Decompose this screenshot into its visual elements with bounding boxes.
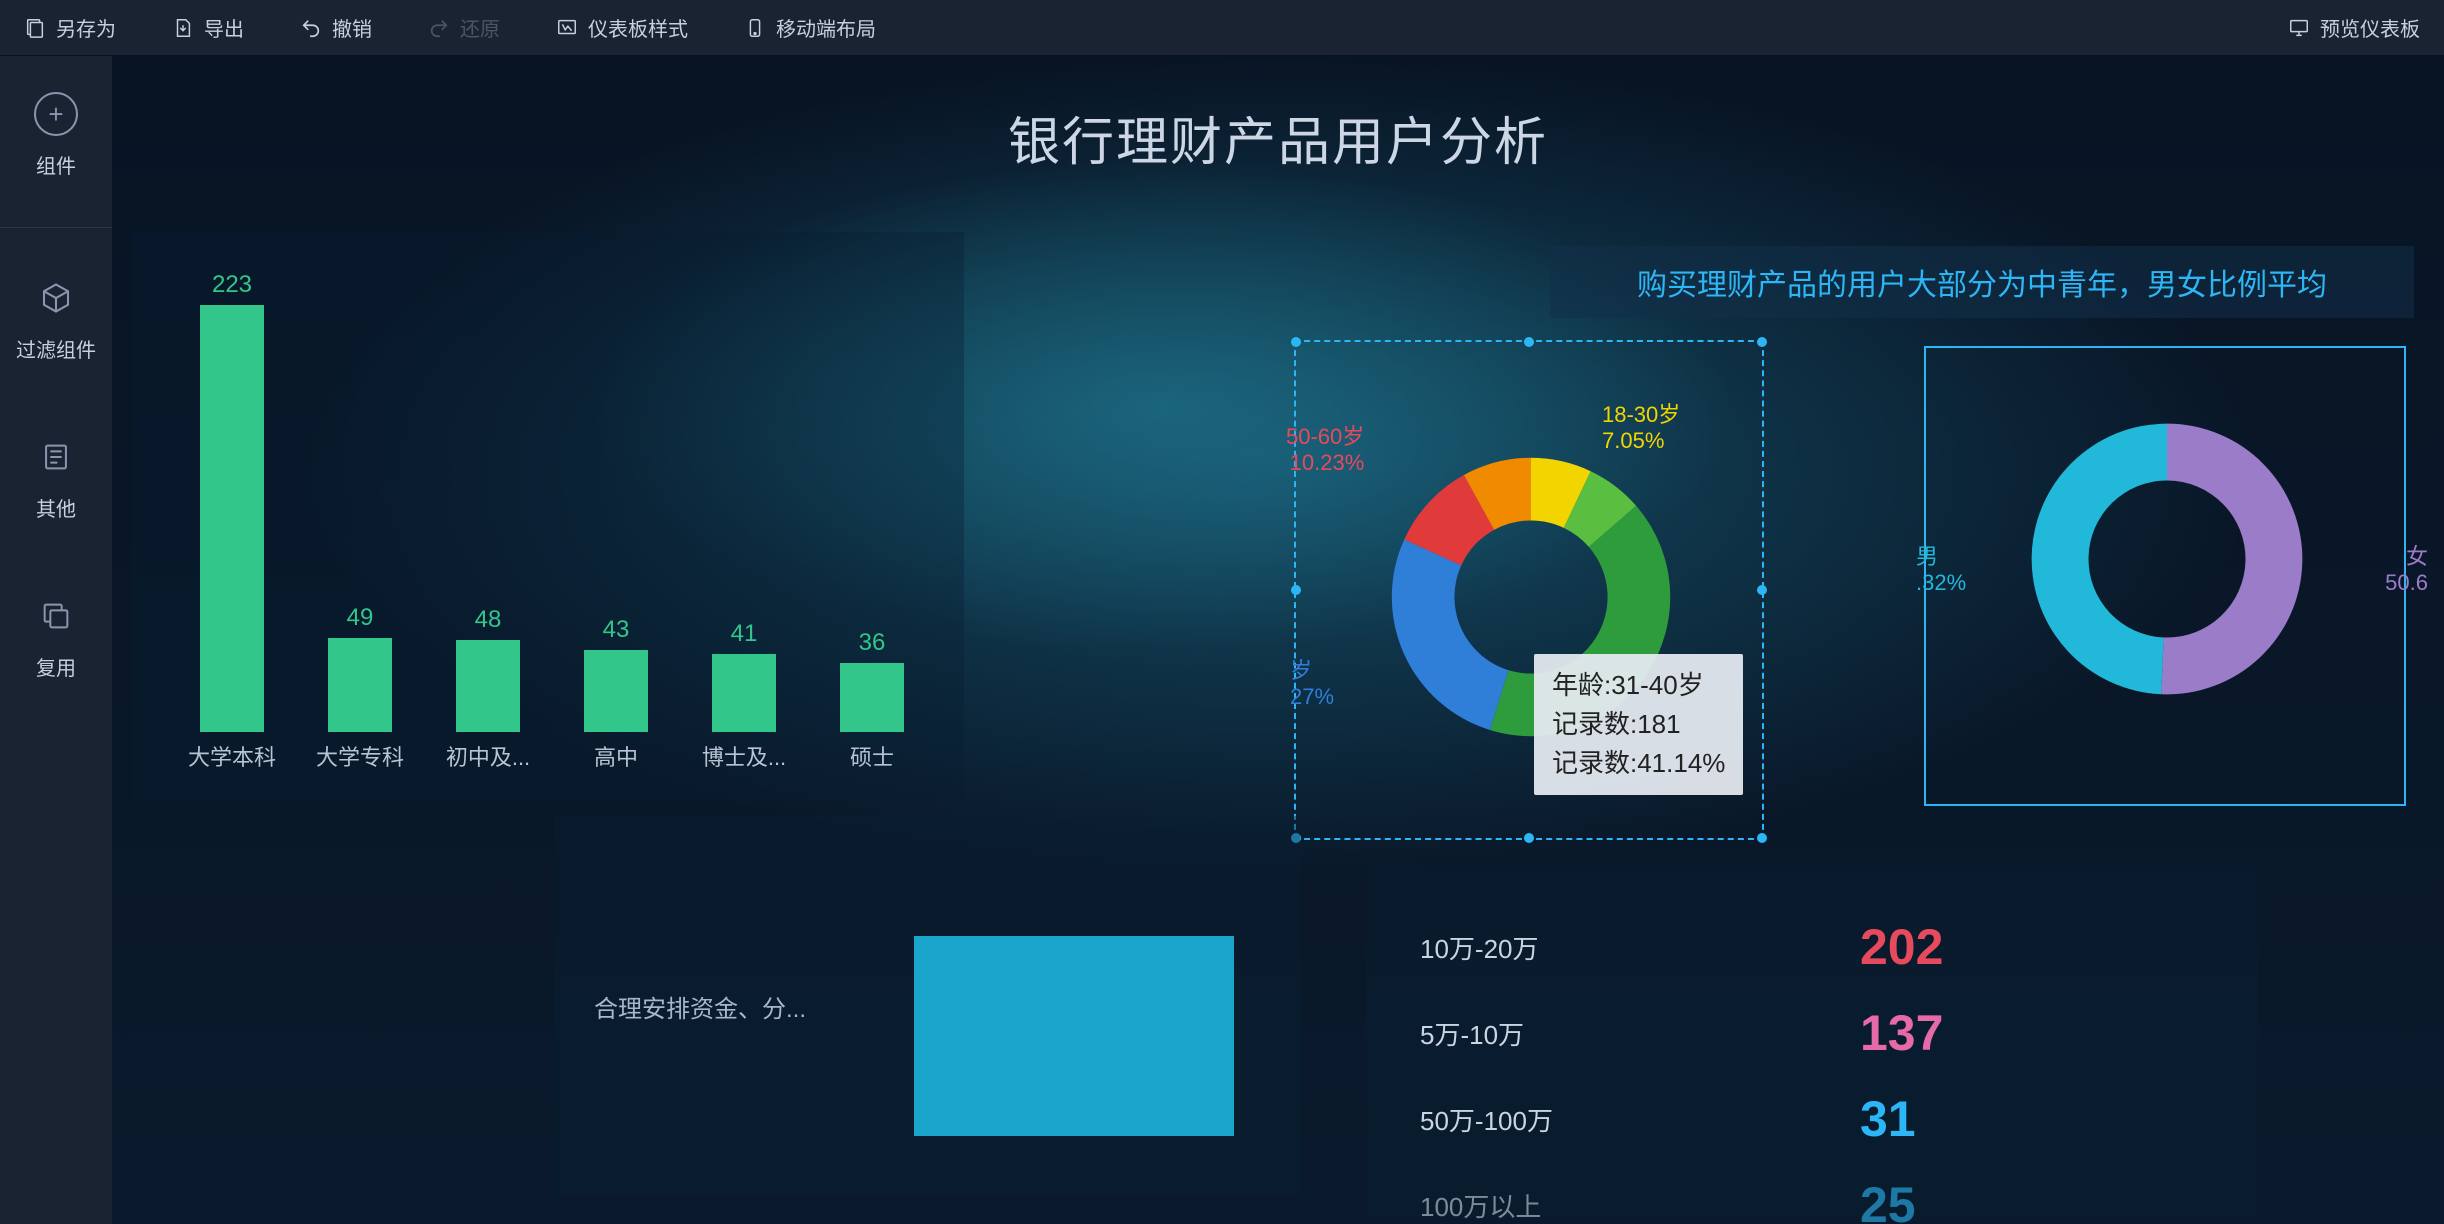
export-button[interactable]: 导出 [172, 13, 244, 42]
kpi-row: 5万-10万 137 [1420, 990, 2204, 1076]
kpi-row: 10万-20万 202 [1420, 904, 2204, 990]
save-as-button[interactable]: 另存为 [24, 13, 116, 42]
preview-button[interactable]: 预览仪表板 [2288, 13, 2420, 42]
chart-tooltip: 年龄:31-40岁 记录数:181 记录数:41.14% [1534, 654, 1743, 795]
age-label-4150: 岁27% [1290, 658, 1334, 711]
dashboard-title: 银行理财产品用户分析 [112, 100, 2444, 175]
kpi-label: 5万-10万 [1420, 1015, 1680, 1052]
text-panel[interactable]: 合理安排资金、分... [554, 816, 1300, 1196]
bar[interactable] [840, 663, 904, 732]
bar-value: 41 [686, 620, 802, 648]
bar[interactable] [712, 654, 776, 732]
bar[interactable] [584, 650, 648, 732]
teal-block [914, 936, 1234, 1136]
kpi-panel[interactable]: 10万-20万2025万-10万13750万-100万31100万以上25 [1366, 866, 2258, 1216]
text-panel-graphic [874, 816, 1300, 1196]
resize-handle[interactable] [1524, 833, 1534, 843]
kpi-row: 100万以上 25 [1420, 1162, 2204, 1224]
resize-handle[interactable] [1291, 337, 1301, 347]
age-label-1830: 18-30岁7.05% [1602, 402, 1680, 455]
bar-chart-panel[interactable]: 223 49 48 43 41 36 大学本科大学专科初中及... 高中博士及... 硕士 [132, 232, 964, 802]
undo-label: 撤销 [332, 13, 372, 42]
donut-slice[interactable] [2032, 424, 2167, 695]
age-donut-panel[interactable]: 50-60岁10.23% 18-30岁7.05% 岁27% 年龄:31-40岁 … [1294, 340, 1764, 840]
sidebar-filters-label: 过滤组件 [16, 334, 96, 363]
sidebar-components-label: 组件 [36, 150, 76, 179]
sidebar-others[interactable]: 其他 [34, 435, 78, 522]
kpi-value: 31 [1860, 1090, 1916, 1148]
mobile-layout-button[interactable]: 移动端布局 [744, 13, 876, 42]
tooltip-line: 记录数:181 [1552, 705, 1725, 744]
text-panel-text: 合理安排资金、分... [554, 989, 874, 1024]
monitor-icon [2288, 17, 2310, 39]
donut-slice[interactable] [1392, 540, 1509, 730]
dashboard-style-label: 仪表板样式 [588, 13, 688, 42]
cube-icon [34, 276, 78, 320]
sidebar-add-component[interactable]: + 组件 [34, 92, 78, 179]
sidebar-filters[interactable]: 过滤组件 [16, 276, 96, 363]
save-as-icon [24, 17, 46, 39]
style-icon [556, 17, 578, 39]
redo-icon [428, 17, 450, 39]
kpi-value: 25 [1860, 1176, 1916, 1224]
tooltip-line: 年龄:31-40岁 [1552, 666, 1725, 705]
undo-icon [300, 17, 322, 39]
document-icon [34, 435, 78, 479]
bar[interactable] [456, 640, 520, 732]
bar-category-label: 高中 [558, 740, 674, 772]
redo-label: 还原 [460, 13, 500, 42]
bar[interactable] [200, 305, 264, 732]
undo-button[interactable]: 撤销 [300, 13, 372, 42]
bar-value: 223 [174, 271, 290, 299]
gender-donut-panel[interactable]: 男.32% 女50.6 [1924, 346, 2406, 806]
resize-handle[interactable] [1757, 833, 1767, 843]
resize-handle[interactable] [1524, 337, 1534, 347]
save-as-label: 另存为 [56, 13, 116, 42]
bar-category-label: 大学专科 [302, 740, 418, 772]
sidebar-others-label: 其他 [36, 493, 76, 522]
dashboard-style-button[interactable]: 仪表板样式 [556, 13, 688, 42]
bar-value: 48 [430, 606, 546, 634]
top-toolbar: 另存为 导出 撤销 还原 仪表板样式 移动端布局 预览仪表板 [0, 0, 2444, 56]
resize-handle[interactable] [1757, 585, 1767, 595]
export-icon [172, 17, 194, 39]
mobile-icon [744, 17, 766, 39]
plus-icon: + [34, 92, 78, 136]
preview-label: 预览仪表板 [2320, 13, 2420, 42]
bar-value: 49 [302, 604, 418, 632]
mobile-layout-label: 移动端布局 [776, 13, 876, 42]
tooltip-line: 记录数:41.14% [1552, 744, 1725, 783]
gender-donut-chart [2026, 418, 2308, 700]
age-label-5060: 50-60岁10.23% [1286, 424, 1364, 477]
dashboard-canvas[interactable]: 银行理财产品用户分析 购买理财产品的用户大部分为中青年，男女比例平均 223 49… [112, 56, 2444, 1224]
left-sidebar: + 组件 过滤组件 其他 复用 [0, 56, 112, 1224]
insight-banner[interactable]: 购买理财产品的用户大部分为中青年，男女比例平均 [1550, 246, 2414, 318]
bar-value: 36 [814, 629, 930, 657]
bar-category-label: 大学本科 [174, 740, 290, 772]
resize-handle[interactable] [1757, 337, 1767, 347]
kpi-label: 50万-100万 [1420, 1101, 1680, 1138]
bar-value: 43 [558, 616, 674, 644]
kpi-row: 50万-100万 31 [1420, 1076, 2204, 1162]
sidebar-divider [0, 227, 112, 228]
redo-button: 还原 [428, 13, 500, 42]
donut-slice[interactable] [2161, 424, 2302, 695]
bar-category-label: 硕士 [814, 740, 930, 772]
sidebar-reuse-label: 复用 [36, 652, 76, 681]
kpi-value: 137 [1860, 1004, 1943, 1062]
bar-chart: 223 49 48 43 41 36 大学本科大学专科初中及... 高中博士及... 硕士 [158, 262, 938, 782]
gender-label-female: 女50.6 [2385, 544, 2428, 597]
insight-text: 购买理财产品的用户大部分为中青年，男女比例平均 [1637, 260, 2327, 304]
gender-label-male: 男.32% [1916, 544, 1966, 597]
resize-handle[interactable] [1291, 585, 1301, 595]
bar-category-label: 博士及... [686, 740, 802, 772]
kpi-label: 10万-20万 [1420, 929, 1680, 966]
bar-category-label: 初中及... [430, 740, 546, 772]
kpi-value: 202 [1860, 918, 1943, 976]
copy-icon [34, 594, 78, 638]
bar[interactable] [328, 638, 392, 732]
sidebar-reuse[interactable]: 复用 [34, 594, 78, 681]
export-label: 导出 [204, 13, 244, 42]
kpi-label: 100万以上 [1420, 1187, 1680, 1224]
